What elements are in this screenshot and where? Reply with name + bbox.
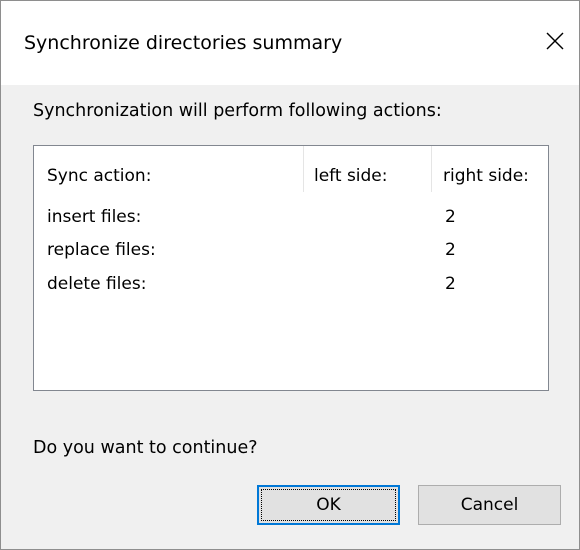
sync-actions-table: Sync action: left side: right side: inse… xyxy=(33,145,549,391)
cancel-button[interactable]: Cancel xyxy=(418,485,561,525)
summary-message: Synchronization will perform following a… xyxy=(33,101,442,121)
column-divider xyxy=(303,146,304,192)
row-replace-right: 2 xyxy=(445,240,456,260)
row-delete-right: 2 xyxy=(445,274,456,294)
row-insert-right: 2 xyxy=(445,207,456,227)
header-left-side: left side: xyxy=(314,166,388,186)
continue-question: Do you want to continue? xyxy=(33,438,258,458)
sync-summary-dialog: Synchronize directories summary Synchron… xyxy=(0,0,580,550)
focus-ring xyxy=(261,489,396,521)
row-delete-action: delete files: xyxy=(47,274,147,294)
ok-button[interactable]: OK xyxy=(257,485,400,525)
row-insert-action: insert files: xyxy=(47,207,142,227)
cancel-button-label: Cancel xyxy=(460,495,519,515)
column-divider xyxy=(431,146,432,192)
title-bar: Synchronize directories summary xyxy=(1,1,579,85)
dialog-title: Synchronize directories summary xyxy=(24,32,343,54)
close-icon xyxy=(546,32,564,50)
row-replace-action: replace files: xyxy=(47,240,156,260)
header-sync-action: Sync action: xyxy=(47,166,152,186)
header-right-side: right side: xyxy=(443,166,529,186)
close-button[interactable] xyxy=(533,19,577,63)
